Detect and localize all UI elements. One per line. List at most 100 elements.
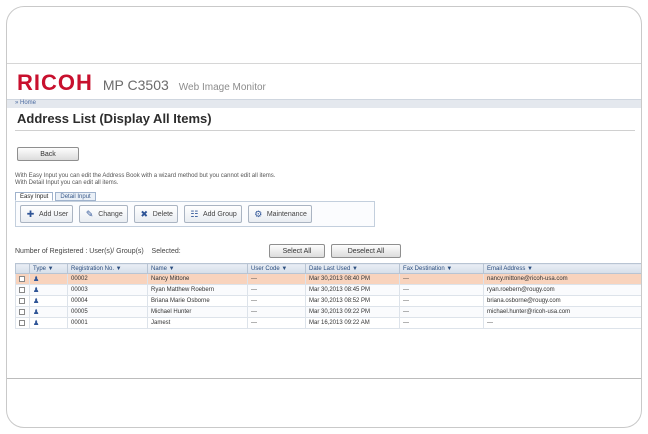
deselect-all-button[interactable]: Deselect All [331,244,401,258]
add-group-icon: ☷ [190,208,199,219]
user-icon: ♟ [33,286,40,294]
page-title: Address List (Display All Items) [17,111,212,126]
fax-destination-cell: --- [399,306,484,318]
date-last-used-cell: Mar 30,2013 08:45 PM [305,284,400,296]
input-mode-tabs: Easy Input Detail Input [15,192,96,201]
row-checkbox-cell [15,273,30,285]
name-cell: Ryan Matthew Roebern [147,284,248,296]
delete-label: Delete [152,210,173,218]
type-cell: ♟ [29,284,68,296]
name-cell: Briana Marie Osborne [147,295,248,307]
registration-no-cell: 00002 [67,273,148,285]
breadcrumb-home-link[interactable]: » Home [15,100,36,106]
user-code-cell: --- [247,317,306,329]
email-address-cell: michael.hunter@ricoh-usa.com [483,306,641,318]
row-checkbox-cell [15,284,30,296]
table-row[interactable]: ♟ 00002 Nancy Mittone --- Mar 30,2013 08… [15,273,641,285]
date-last-used-cell: Mar 30,2013 09:22 PM [305,306,400,318]
fax-destination-cell: --- [399,317,484,329]
row-checkbox[interactable] [19,308,25,315]
back-button[interactable]: Back [17,147,79,161]
edit-pencil-icon: ✎ [85,208,94,219]
registered-label: Number of Registered : User(s)/ Group(s) [15,248,144,255]
info-text-detail-input: With Detail Input you can edit all items… [15,180,119,186]
email-address-cell: ryan.roebern@rougy.com [483,284,641,296]
date-last-used-cell: Mar 16,2013 09:22 AM [305,317,400,329]
column-select [15,263,30,274]
maintenance-button[interactable]: ⚙ Maintenance [247,205,312,223]
row-checkbox[interactable] [19,275,25,282]
selected-label: Selected: [151,248,181,255]
registration-no-cell: 00003 [67,284,148,296]
column-email-address[interactable]: Email Address ▼ [483,263,641,274]
user-icon: ♟ [33,308,40,316]
address-table: Type ▼ Registration No. ▼ Name ▼ User Co… [15,263,641,329]
email-address-cell: nancy.mittone@ricoh-usa.com [483,273,641,285]
tab-easy-input[interactable]: Easy Input [15,192,54,201]
brand-bar: RICOH MP C3503 Web Image Monitor [17,70,266,96]
select-all-button[interactable]: Select All [269,244,325,258]
add-group-label: Add Group [202,210,237,218]
delete-icon: ✖ [140,208,148,219]
tab-detail-input[interactable]: Detail Input [55,192,96,201]
registration-no-cell: 00001 [67,317,148,329]
registration-no-cell: 00004 [67,295,148,307]
registered-count: Number of Registered : User(s)/ Group(s)… [15,248,181,255]
type-cell: ♟ [29,273,68,285]
table-row[interactable]: ♟ 00004 Briana Marie Osborne --- Mar 30,… [15,295,641,307]
add-user-icon: ✚ [26,208,35,219]
user-icon: ♟ [33,319,40,327]
date-last-used-cell: Mar 30,2013 08:40 PM [305,273,400,285]
address-toolbar: ✚ Add User ✎ Change ✖ Delete ☷ Add Group… [15,201,375,227]
column-date-last-used[interactable]: Date Last Used ▼ [305,263,400,274]
row-checkbox-cell [15,317,30,329]
user-code-cell: --- [247,284,306,296]
row-checkbox-cell [15,295,30,307]
row-checkbox-cell [15,306,30,318]
maintenance-label: Maintenance [266,210,307,218]
registration-no-cell: 00005 [67,306,148,318]
type-cell: ♟ [29,295,68,307]
column-user-code[interactable]: User Code ▼ [247,263,306,274]
table-row[interactable]: ♟ 00003 Ryan Matthew Roebern --- Mar 30,… [15,284,641,296]
type-cell: ♟ [29,317,68,329]
column-name[interactable]: Name ▼ [147,263,248,274]
breadcrumb-bar: » Home [7,99,641,108]
ricoh-logo: RICOH [17,70,93,95]
user-code-cell: --- [247,306,306,318]
column-fax-destination[interactable]: Fax Destination ▼ [399,263,484,274]
user-code-cell: --- [247,295,306,307]
row-checkbox[interactable] [19,297,25,304]
user-icon: ♟ [33,297,40,305]
row-checkbox[interactable] [19,286,25,293]
table-row[interactable]: ♟ 00005 Michael Hunter --- Mar 30,2013 0… [15,306,641,318]
column-registration-no[interactable]: Registration No. ▼ [67,263,148,274]
browser-screen: RICOH MP C3503 Web Image Monitor » Home … [7,63,641,379]
delete-button[interactable]: ✖ Delete [133,205,178,223]
date-last-used-cell: Mar 30,2013 08:52 PM [305,295,400,307]
email-address-cell: --- [483,317,641,329]
add-user-button[interactable]: ✚ Add User [20,205,74,223]
type-cell: ♟ [29,306,68,318]
email-address-cell: briana.osborne@rougy.com [483,295,641,307]
user-icon: ♟ [33,275,40,283]
name-cell: Jamest [147,317,248,329]
change-label: Change [98,210,123,218]
table-row[interactable]: ♟ 00001 Jamest --- Mar 16,2013 09:22 AM … [15,317,641,329]
info-text-easy-input: With Easy Input you can edit the Address… [15,173,276,179]
column-type[interactable]: Type ▼ [29,263,68,274]
title-divider [15,130,635,131]
add-user-label: Add User [39,210,69,218]
change-button[interactable]: ✎ Change [79,205,128,223]
maintenance-icon: ⚙ [254,208,263,219]
table-header-row: Type ▼ Registration No. ▼ Name ▼ User Co… [15,263,641,274]
fax-destination-cell: --- [399,284,484,296]
photo-frame: RICOH MP C3503 Web Image Monitor » Home … [6,6,642,428]
model-name: MP C3503 [102,77,169,93]
add-group-button[interactable]: ☷ Add Group [183,205,242,223]
product-name: Web Image Monitor [178,82,266,93]
name-cell: Michael Hunter [147,306,248,318]
fax-destination-cell: --- [399,273,484,285]
row-checkbox[interactable] [19,319,25,326]
user-code-cell: --- [247,273,306,285]
